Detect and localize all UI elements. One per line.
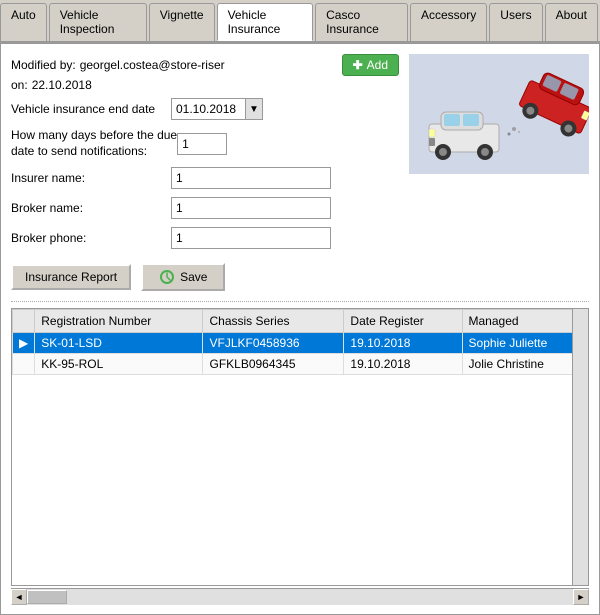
tab-vignette[interactable]: Vignette (149, 3, 215, 41)
horizontal-scrollbar: ◄ ► (11, 588, 589, 604)
date-dropdown-button[interactable]: ▼ (246, 98, 263, 120)
tab-about[interactable]: About (545, 3, 598, 41)
cell-chassis: VFJLKF0458936 (203, 333, 344, 354)
tab-vehicle-inspection[interactable]: Vehicle Inspection (49, 3, 147, 41)
col-indicator (13, 310, 35, 333)
days-input[interactable] (177, 133, 227, 155)
add-plus-icon: ✚ (353, 58, 363, 72)
form-section: Modified by: georgel.costea@store-riser … (11, 54, 399, 257)
scroll-track[interactable] (27, 589, 573, 605)
phone-label: Broker phone: (11, 231, 171, 245)
modified-by-value: georgel.costea@store-riser (80, 58, 342, 72)
broker-input[interactable] (171, 197, 331, 219)
cell-chassis: GFKLB0964345 (203, 354, 344, 375)
cell-date: 19.10.2018 (344, 354, 462, 375)
cell-registration: KK-95-ROL (35, 354, 203, 375)
col-chassis[interactable]: Chassis Series (203, 310, 344, 333)
phone-row: Broker phone: (11, 227, 399, 249)
cell-managed: Jolie Christine (462, 354, 587, 375)
insurance-report-button[interactable]: Insurance Report (11, 264, 131, 290)
vertical-scrollbar[interactable] (572, 309, 588, 585)
table-row[interactable]: KK-95-ROLGFKLB096434519.10.2018Jolie Chr… (13, 354, 588, 375)
data-table: Registration Number Chassis Series Date … (12, 309, 588, 375)
table-container: Registration Number Chassis Series Date … (11, 308, 589, 586)
broker-label: Broker name: (11, 201, 171, 215)
insurer-input[interactable] (171, 167, 331, 189)
on-label: on: (11, 78, 28, 92)
on-row: on: 22.10.2018 (11, 78, 399, 92)
row-indicator: ▶ (13, 333, 35, 354)
end-date-input[interactable] (171, 98, 246, 120)
phone-input[interactable] (171, 227, 331, 249)
tab-auto[interactable]: Auto (0, 3, 47, 41)
table-row[interactable]: ▶SK-01-LSDVFJLKF045893619.10.2018Sophie … (13, 333, 588, 354)
main-content: Modified by: georgel.costea@store-riser … (0, 43, 600, 615)
end-date-label: Vehicle insurance end date (11, 102, 171, 116)
buttons-row: Insurance Report Save (11, 263, 589, 291)
table-body: ▶SK-01-LSDVFJLKF045893619.10.2018Sophie … (13, 333, 588, 375)
tab-casco-insurance[interactable]: Casco Insurance (315, 3, 408, 41)
col-date[interactable]: Date Register (344, 310, 462, 333)
cell-date: 19.10.2018 (344, 333, 462, 354)
row-indicator (13, 354, 35, 375)
cell-registration: SK-01-LSD (35, 333, 203, 354)
scroll-thumb[interactable] (27, 590, 67, 604)
save-button[interactable]: Save (141, 263, 225, 291)
broker-row: Broker name: (11, 197, 399, 219)
end-date-row: Vehicle insurance end date ▼ (11, 98, 399, 120)
scroll-left-button[interactable]: ◄ (11, 589, 27, 605)
date-input-wrap: ▼ (171, 98, 263, 120)
car-image-section (409, 54, 589, 174)
table-header-row: Registration Number Chassis Series Date … (13, 310, 588, 333)
add-button[interactable]: ✚ Add (342, 54, 399, 76)
insurer-label: Insurer name: (11, 171, 171, 185)
days-label: How many days before the duedate to send… (11, 128, 177, 159)
days-row: How many days before the duedate to send… (11, 128, 399, 159)
modified-by-row: Modified by: georgel.costea@store-riser … (11, 54, 399, 76)
tab-bar: Auto Vehicle Inspection Vignette Vehicle… (0, 0, 600, 43)
scroll-right-button[interactable]: ► (573, 589, 589, 605)
modified-by-label: Modified by: (11, 58, 76, 72)
save-label: Save (180, 270, 207, 284)
col-registration[interactable]: Registration Number (35, 310, 203, 333)
cell-managed: Sophie Juliette (462, 333, 587, 354)
tab-accessory[interactable]: Accessory (410, 3, 487, 41)
section-divider (11, 301, 589, 302)
col-managed[interactable]: Managed ▲ (462, 310, 587, 333)
car-crash-image (409, 54, 589, 174)
top-section: Modified by: georgel.costea@store-riser … (11, 54, 589, 257)
add-label: Add (367, 58, 388, 72)
insurer-row: Insurer name: (11, 167, 399, 189)
tab-users[interactable]: Users (489, 3, 542, 41)
tab-vehicle-insurance[interactable]: Vehicle Insurance (217, 3, 314, 41)
save-icon (159, 269, 175, 285)
on-value: 22.10.2018 (32, 78, 92, 92)
